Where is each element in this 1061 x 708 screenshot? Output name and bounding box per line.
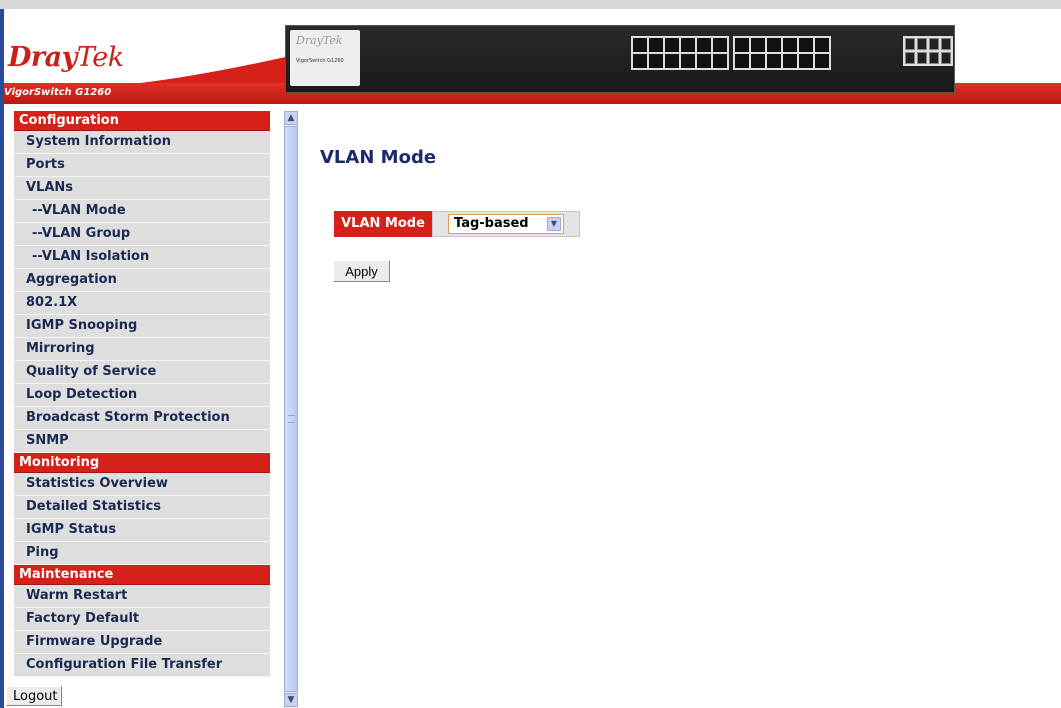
sidebar-item[interactable]: Configuration File Transfer: [14, 654, 270, 677]
top-border: [0, 0, 1061, 9]
sidebar-item[interactable]: Firmware Upgrade: [14, 631, 270, 654]
switch-panel-image: DrayTek VigorSwitch G1260: [285, 25, 955, 93]
sidebar-item[interactable]: Aggregation: [14, 269, 270, 292]
sidebar-item[interactable]: Mirroring: [14, 338, 270, 361]
sidebar-section-header: Configuration: [14, 111, 270, 131]
sidebar-item[interactable]: Loop Detection: [14, 384, 270, 407]
device-logo: DrayTek: [296, 34, 343, 47]
sidebar-item[interactable]: VLANs: [14, 177, 270, 200]
sfp-ports: [903, 36, 953, 66]
sidebar-item[interactable]: --VLAN Isolation: [14, 246, 270, 269]
select-value: Tag-based: [454, 216, 529, 231]
window-edge: [0, 9, 4, 708]
sidebar-item[interactable]: SNMP: [14, 430, 270, 453]
sidebar-item[interactable]: Quality of Service: [14, 361, 270, 384]
model-name: VigorSwitch G1260: [4, 87, 112, 98]
sidebar-item[interactable]: Ports: [14, 154, 270, 177]
logout-button[interactable]: Logout: [6, 686, 62, 706]
chevron-down-icon[interactable]: ▼: [547, 217, 561, 231]
sidebar-item[interactable]: Factory Default: [14, 608, 270, 631]
vlan-mode-label: VLAN Mode: [334, 211, 432, 237]
sidebar-item[interactable]: --VLAN Mode: [14, 200, 270, 223]
sidebar-item[interactable]: Statistics Overview: [14, 473, 270, 496]
grip-icon: [288, 415, 295, 423]
sidebar-scrollbar[interactable]: ▲ ▼: [284, 111, 298, 708]
scroll-thumb[interactable]: [284, 126, 298, 692]
sidebar-item[interactable]: IGMP Status: [14, 519, 270, 542]
sidebar-item[interactable]: Broadcast Storm Protection: [14, 407, 270, 430]
port-groups: [631, 36, 831, 70]
sidebar-item[interactable]: Detailed Statistics: [14, 496, 270, 519]
sidebar-section-header: Monitoring: [14, 453, 270, 473]
logo-swoosh: [140, 56, 290, 83]
port-group: [733, 36, 831, 70]
page-title: VLAN Mode: [320, 147, 437, 168]
sidebar-item[interactable]: IGMP Snooping: [14, 315, 270, 338]
sidebar-menu: Configuration System Information Ports VLAN…: [14, 111, 270, 677]
draytek-logo: DrayTek: [8, 42, 124, 73]
vlan-mode-select[interactable]: Tag-based ▼: [448, 214, 564, 234]
sidebar-item[interactable]: 802.1X: [14, 292, 270, 315]
scroll-down-icon[interactable]: ▼: [284, 693, 298, 707]
device-model: VigorSwitch G1260: [296, 58, 344, 64]
sidebar-section-header: Maintenance: [14, 565, 270, 585]
device-label: DrayTek VigorSwitch G1260: [290, 30, 360, 86]
sidebar-item[interactable]: System Information: [14, 131, 270, 154]
sidebar-item[interactable]: Warm Restart: [14, 585, 270, 608]
sidebar-item[interactable]: --VLAN Group: [14, 223, 270, 246]
apply-button[interactable]: Apply: [333, 260, 390, 282]
sidebar-item[interactable]: Ping: [14, 542, 270, 565]
scroll-up-icon[interactable]: ▲: [284, 111, 298, 125]
port-group: [631, 36, 729, 70]
